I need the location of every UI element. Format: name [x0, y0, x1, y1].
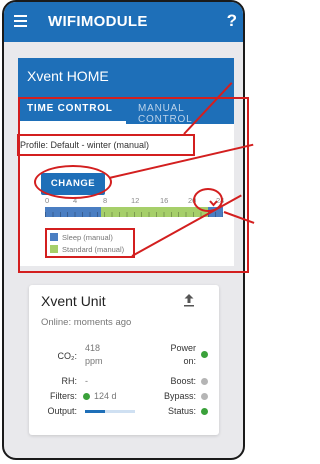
power-label: Power [170, 343, 196, 353]
co2-unit: ppm [85, 356, 103, 366]
bypass-status-dot [201, 393, 208, 400]
annotation-change-ellipse [34, 165, 112, 199]
bypass-label: Bypass: [163, 391, 196, 401]
unit-card[interactable]: Xvent Unit Online: moments ago CO₂: 418 … [29, 285, 219, 435]
filters-value: 124 d [94, 391, 117, 401]
online-status: Online: moments ago [41, 317, 132, 328]
status-label: Status: [167, 406, 196, 416]
help-icon[interactable]: ? [227, 11, 237, 31]
rh-label: RH: [61, 376, 78, 386]
unit-title: Xvent Unit [41, 293, 106, 309]
power-status-dot [201, 351, 208, 358]
power-label-2: on: [183, 356, 196, 366]
annotation-legend-box [45, 228, 135, 258]
co2-value: 418 [85, 343, 101, 353]
filters-label: Filters: [50, 391, 77, 401]
hamburger-menu-icon[interactable] [14, 15, 27, 27]
co2-label: CO₂: [57, 351, 78, 361]
home-card-title: Xvent HOME [27, 68, 109, 84]
status-dot [201, 408, 208, 415]
output-bar-fill [85, 410, 105, 413]
boost-status-dot [201, 378, 208, 385]
app-bar: WIFIMODULE ? [4, 2, 243, 42]
boost-label: Boost: [170, 376, 196, 386]
annotation-profile-box [17, 134, 195, 156]
rh-value: - [85, 376, 88, 386]
output-bar-track [85, 410, 135, 413]
upload-icon[interactable] [183, 293, 195, 307]
app-title: WIFIMODULE [48, 13, 148, 30]
home-card-header: Xvent HOME [18, 58, 234, 94]
output-label: Output: [47, 406, 77, 416]
filters-status-dot [83, 393, 90, 400]
